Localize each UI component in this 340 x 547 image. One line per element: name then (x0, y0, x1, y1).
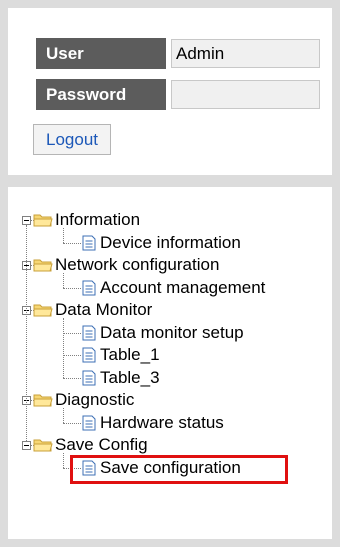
navigation-tree-panel: Information Device information Network con… (8, 187, 332, 539)
document-icon (82, 347, 96, 363)
tree-connector (63, 332, 81, 334)
tree-item-account-management[interactable]: Account management (100, 277, 265, 299)
document-icon (82, 325, 96, 341)
tree-group-diagnostic[interactable]: Diagnostic (55, 389, 134, 411)
collapse-toggle-icon[interactable] (22, 216, 31, 225)
tree-connector (63, 408, 64, 423)
folder-open-icon (33, 257, 53, 273)
tree-item-data-monitor-setup[interactable]: Data monitor setup (100, 322, 244, 344)
tree-connector (63, 287, 81, 289)
tree-connector (63, 273, 64, 288)
document-icon (82, 415, 96, 431)
tree-group-save-config[interactable]: Save Config (55, 434, 148, 456)
login-panel: User Admin Password Logout (8, 8, 332, 175)
folder-open-icon (33, 437, 53, 453)
tree-group-data-monitor[interactable]: Data Monitor (55, 299, 152, 321)
tree-item-table-1[interactable]: Table_1 (100, 344, 160, 366)
user-label: User (36, 38, 166, 69)
tree-item-table-3[interactable]: Table_3 (100, 367, 160, 389)
document-icon (82, 235, 96, 251)
tree-item-hardware-status[interactable]: Hardware status (100, 412, 224, 434)
folder-open-icon (33, 392, 53, 408)
folder-open-icon (33, 212, 53, 228)
document-icon (82, 280, 96, 296)
collapse-toggle-icon[interactable] (22, 441, 31, 450)
tree-group-network-configuration[interactable]: Network configuration (55, 254, 219, 276)
highlight-box (70, 454, 288, 484)
document-icon (82, 370, 96, 386)
tree-connector (63, 318, 64, 378)
tree-connector (63, 377, 81, 379)
logout-button[interactable]: Logout (33, 124, 111, 155)
tree-item-device-information[interactable]: Device information (100, 232, 241, 254)
tree-connector (63, 355, 81, 356)
tree-connector (63, 228, 64, 243)
tree-connector (63, 422, 81, 424)
folder-open-icon (33, 302, 53, 318)
tree-connector (26, 225, 27, 441)
tree-connector (63, 242, 81, 244)
password-field[interactable] (171, 80, 320, 109)
navigation-tree: Information Device information Network con… (8, 187, 332, 539)
tree-connector (63, 453, 64, 468)
password-label: Password (36, 79, 166, 110)
tree-group-information[interactable]: Information (55, 209, 140, 231)
user-field[interactable]: Admin (171, 39, 320, 68)
